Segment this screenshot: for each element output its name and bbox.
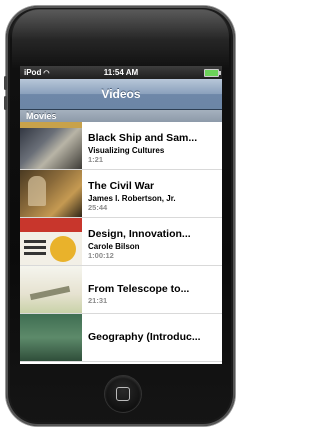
video-row[interactable]: From Telescope to... 21:31 bbox=[20, 266, 222, 314]
status-bar: iPod ◠ 11:54 AM bbox=[20, 66, 222, 79]
video-row[interactable]: The Civil War James I. Robertson, Jr. 25… bbox=[20, 170, 222, 218]
status-time: 11:54 AM bbox=[103, 68, 139, 77]
video-title: Black Ship and Sam... bbox=[88, 132, 198, 144]
nav-bar: Videos bbox=[20, 79, 222, 110]
video-subtitle: James I. Robertson, Jr. bbox=[88, 194, 176, 203]
battery-icon bbox=[204, 69, 221, 77]
video-row[interactable]: Design, Innovation... Carole Bilson 1:00… bbox=[20, 218, 222, 266]
volume-down-button[interactable] bbox=[4, 96, 7, 110]
video-thumbnail bbox=[20, 122, 82, 169]
video-text: From Telescope to... 21:31 bbox=[88, 266, 218, 313]
video-row[interactable]: Geography (Introduc... bbox=[20, 314, 222, 362]
video-thumbnail bbox=[20, 170, 82, 217]
video-duration: 25:44 bbox=[88, 203, 108, 212]
video-title: Geography (Introduc... bbox=[88, 331, 201, 343]
video-text: Black Ship and Sam... Visualizing Cultur… bbox=[88, 122, 218, 169]
video-duration: 1:00:12 bbox=[88, 251, 114, 260]
video-thumbnail bbox=[20, 314, 82, 361]
section-header: Movies bbox=[20, 110, 222, 122]
video-text: Design, Innovation... Carole Bilson 1:00… bbox=[88, 218, 218, 265]
video-duration: 1:21 bbox=[88, 155, 104, 164]
video-thumbnail bbox=[20, 266, 82, 313]
video-subtitle: Visualizing Cultures bbox=[88, 146, 165, 155]
nav-title: Videos bbox=[101, 87, 141, 101]
video-thumbnail bbox=[20, 218, 82, 265]
video-text: Geography (Introduc... bbox=[88, 314, 218, 361]
video-title: Design, Innovation... bbox=[88, 228, 191, 240]
video-text: The Civil War James I. Robertson, Jr. 25… bbox=[88, 170, 218, 217]
screen: iPod ◠ 11:54 AM Videos Movies Black Ship … bbox=[20, 66, 222, 364]
section-label: Movies bbox=[26, 111, 57, 121]
video-duration: 21:31 bbox=[88, 296, 108, 305]
video-title: The Civil War bbox=[88, 180, 155, 192]
video-row[interactable]: Black Ship and Sam... Visualizing Cultur… bbox=[20, 122, 222, 170]
video-list: Black Ship and Sam... Visualizing Cultur… bbox=[20, 122, 222, 362]
volume-up-button[interactable] bbox=[4, 76, 7, 90]
video-subtitle: Carole Bilson bbox=[88, 242, 140, 251]
video-title: From Telescope to... bbox=[88, 283, 190, 295]
home-square-icon bbox=[116, 387, 130, 401]
home-button[interactable] bbox=[105, 376, 141, 412]
